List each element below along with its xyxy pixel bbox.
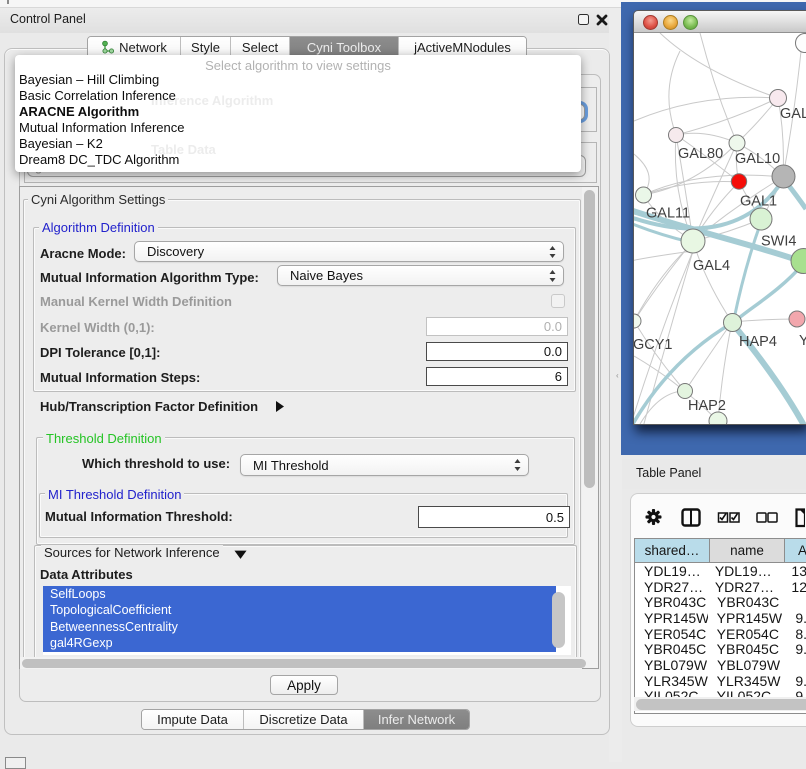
svg-text:GAL11: GAL11	[646, 206, 690, 222]
svg-text:HAP2: HAP2	[688, 398, 726, 414]
svg-text:GAL2: GAL2	[780, 106, 806, 122]
svg-text:GAL4: GAL4	[693, 258, 730, 274]
svg-text:Y: Y	[799, 333, 806, 349]
svg-text:SWI4: SWI4	[761, 234, 796, 250]
svg-text:HAP4: HAP4	[739, 334, 777, 350]
svg-text:GAL80: GAL80	[678, 146, 723, 162]
svg-text:GAL10: GAL10	[735, 151, 780, 167]
svg-text:GAL1: GAL1	[740, 194, 777, 210]
svg-text:GCY1: GCY1	[634, 337, 673, 353]
